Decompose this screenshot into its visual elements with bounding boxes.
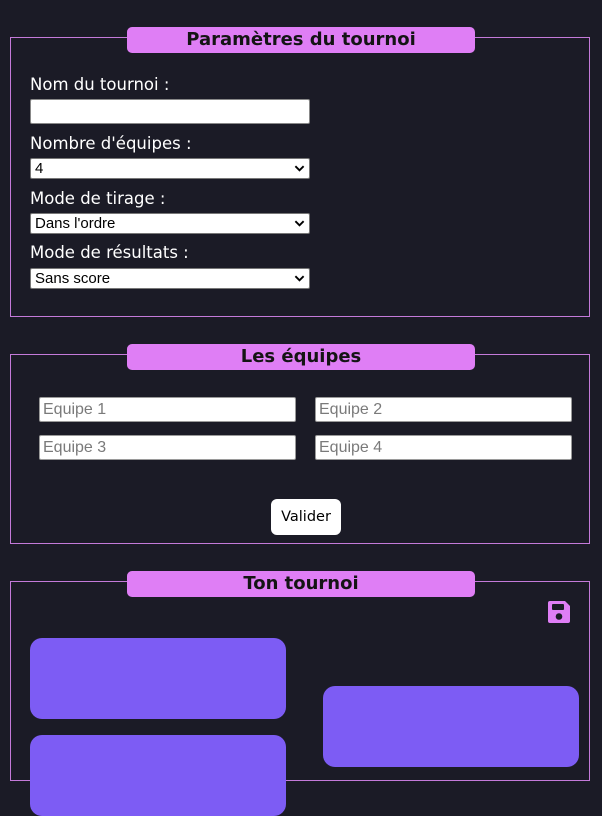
bracket-panel: Ton tournoi [10,571,590,816]
match-box [30,638,286,719]
chevron-down-icon [294,220,305,227]
team-count-select[interactable]: 4 [30,158,310,179]
validate-button[interactable]: Valider [271,499,341,535]
chevron-down-icon [294,275,305,282]
tournament-name-label: Nom du tournoi : [30,75,170,94]
draw-mode-label: Mode de tirage : [30,189,166,208]
match-box [30,735,286,816]
chevron-down-icon [294,165,305,172]
tournament-settings-panel: Paramètres du tournoi Nom du tournoi : N… [10,27,590,317]
results-mode-select[interactable]: Sans score [30,268,310,289]
draw-mode-value: Dans l'ordre [35,215,116,232]
settings-legend: Paramètres du tournoi [127,27,475,53]
match-box [323,686,579,767]
teams-legend: Les équipes [127,344,475,370]
team-1-input[interactable]: Equipe 1 [39,397,296,422]
bracket-legend: Ton tournoi [127,571,475,597]
results-mode-label: Mode de résultats : [30,243,189,262]
results-mode-value: Sans score [35,270,111,287]
floppy-disk-icon[interactable] [545,598,573,626]
team-3-input[interactable]: Equipe 3 [39,435,296,460]
team-2-input[interactable]: Equipe 2 [315,397,572,422]
team-count-value: 4 [35,160,44,177]
tournament-name-input[interactable] [30,99,310,124]
team-count-label: Nombre d'équipes : [30,134,192,153]
team-4-input[interactable]: Equipe 4 [315,435,572,460]
draw-mode-select[interactable]: Dans l'ordre [30,213,310,234]
teams-panel: Les équipes Equipe 1 Equipe 2 Equipe 3 E… [10,344,590,544]
